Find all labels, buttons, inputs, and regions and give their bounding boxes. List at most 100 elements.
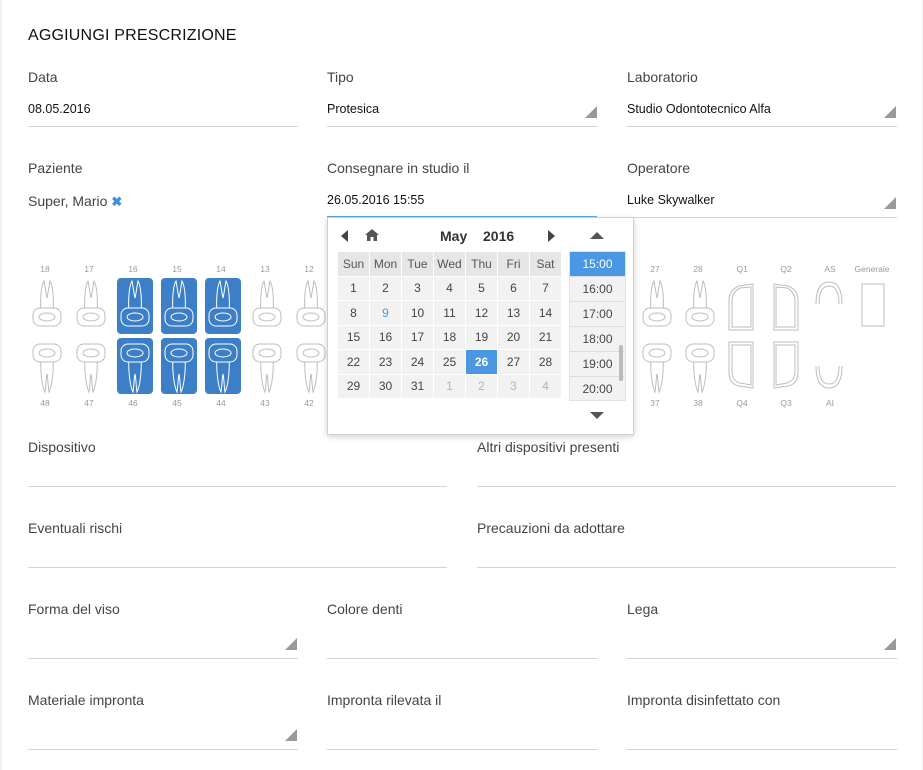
rilevata-input[interactable] xyxy=(327,749,597,750)
time-option[interactable]: 19:00 xyxy=(570,352,625,377)
dropdown-arrow-icon[interactable] xyxy=(884,106,896,118)
time-scrollbar[interactable] xyxy=(619,345,623,381)
precauzioni-input[interactable] xyxy=(477,567,896,568)
tooth-45-icon[interactable] xyxy=(161,338,197,394)
calendar-day[interactable]: 13 xyxy=(497,300,530,326)
tooth-16-icon[interactable] xyxy=(117,278,153,334)
lega-select[interactable] xyxy=(627,658,897,659)
calendar-day[interactable]: 31 xyxy=(401,373,434,399)
materiale-select[interactable] xyxy=(28,749,298,750)
calendar-day[interactable]: 17 xyxy=(401,324,434,350)
quadrant-q3-icon[interactable] xyxy=(770,338,800,392)
tooth-47-icon[interactable] xyxy=(73,338,109,394)
calendar-day[interactable]: 25 xyxy=(433,349,466,375)
calendar-day[interactable]: 15 xyxy=(337,324,370,350)
tooth-15-icon[interactable] xyxy=(161,278,197,334)
time-option[interactable]: 17:00 xyxy=(570,302,625,327)
laboratorio-select[interactable]: Studio Odontotecnico Alfa xyxy=(627,102,771,116)
calendar-day[interactable]: 12 xyxy=(465,300,498,326)
quadrant-as-icon[interactable] xyxy=(814,278,844,308)
tooth-38-icon[interactable] xyxy=(682,338,718,394)
calendar-day[interactable]: 9 xyxy=(369,300,402,326)
tooth-28-icon[interactable] xyxy=(682,278,718,334)
calendar-day[interactable]: 8 xyxy=(337,300,370,326)
tooth-44-icon[interactable] xyxy=(205,338,241,394)
calendar-day[interactable]: 29 xyxy=(337,373,370,399)
dispositivo-input[interactable] xyxy=(28,486,447,487)
next-month-icon[interactable] xyxy=(548,230,555,242)
calendar-day[interactable]: 24 xyxy=(401,349,434,375)
forma-select[interactable] xyxy=(28,658,298,659)
home-icon[interactable] xyxy=(364,228,380,242)
calendar-day[interactable]: 11 xyxy=(433,300,466,326)
time-up-icon[interactable] xyxy=(590,232,604,239)
prev-month-icon[interactable] xyxy=(341,230,348,242)
rischi-input[interactable] xyxy=(28,567,447,568)
calendar-day[interactable]: 3 xyxy=(497,373,530,399)
dropdown-arrow-icon[interactable] xyxy=(884,638,896,650)
calendar-day[interactable]: 26 xyxy=(465,349,498,375)
calendar-day[interactable]: 6 xyxy=(497,275,530,301)
tooth-17-icon[interactable] xyxy=(73,278,109,334)
calendar-day[interactable]: 5 xyxy=(465,275,498,301)
quadrant-ai-icon[interactable] xyxy=(814,362,844,392)
dropdown-arrow-icon[interactable] xyxy=(285,638,297,650)
calendar-day[interactable]: 4 xyxy=(433,275,466,301)
calendar-day[interactable]: 4 xyxy=(529,373,562,399)
calendar-day[interactable]: 27 xyxy=(497,349,530,375)
tooth-18-icon[interactable] xyxy=(29,278,65,334)
tooth-14-icon[interactable] xyxy=(205,278,241,334)
calendar-day[interactable]: 1 xyxy=(337,275,370,301)
quadrant-q1-icon[interactable] xyxy=(727,280,757,334)
time-option[interactable]: 16:00 xyxy=(570,277,625,302)
disinfettato-input[interactable] xyxy=(627,749,897,750)
tooth-37-icon[interactable] xyxy=(639,338,675,394)
dropdown-arrow-icon[interactable] xyxy=(285,729,297,741)
time-option[interactable]: 15:00 xyxy=(570,252,625,277)
quadrant-q4-icon[interactable] xyxy=(727,338,757,392)
consegnare-input[interactable]: 26.05.2016 15:55 xyxy=(327,193,424,207)
calendar-day[interactable]: 3 xyxy=(401,275,434,301)
dropdown-arrow-icon[interactable] xyxy=(585,106,597,118)
tooth-27-icon[interactable] xyxy=(639,278,675,334)
time-option[interactable]: 18:00 xyxy=(570,327,625,352)
calendar-day[interactable]: 16 xyxy=(369,324,402,350)
colore-input[interactable] xyxy=(327,658,597,659)
tooth-number: 27 xyxy=(650,264,660,274)
calendar-day[interactable]: 1 xyxy=(433,373,466,399)
quadrant-q2-icon[interactable] xyxy=(770,280,800,334)
lega-label: Lega xyxy=(627,601,659,617)
calendar-day[interactable]: 22 xyxy=(337,349,370,375)
calendar-day[interactable]: 18 xyxy=(433,324,466,350)
calendar-day[interactable]: 19 xyxy=(465,324,498,350)
calendar-day[interactable]: 10 xyxy=(401,300,434,326)
calendar-day[interactable]: 23 xyxy=(369,349,402,375)
tooth-12-icon[interactable] xyxy=(293,278,329,334)
time-option[interactable]: 20:00 xyxy=(570,377,625,400)
calendar-day[interactable]: 30 xyxy=(369,373,402,399)
remove-patient-icon[interactable]: ✖ xyxy=(111,194,122,209)
tooth-48-icon[interactable] xyxy=(29,338,65,394)
year-label[interactable]: 2016 xyxy=(483,228,514,244)
calendar-day[interactable]: 21 xyxy=(529,324,562,350)
tooth-42-icon[interactable] xyxy=(293,338,329,394)
calendar-day[interactable]: 2 xyxy=(465,373,498,399)
data-input[interactable]: 08.05.2016 xyxy=(28,102,91,116)
tooth-13-icon[interactable] xyxy=(249,278,285,334)
calendar-day[interactable]: 7 xyxy=(529,275,562,301)
calendar-day[interactable]: 28 xyxy=(529,349,562,375)
tooth-43-icon[interactable] xyxy=(249,338,285,394)
tooth-46-icon[interactable] xyxy=(117,338,153,394)
calendar-day[interactable]: 20 xyxy=(497,324,530,350)
time-down-icon[interactable] xyxy=(590,412,604,419)
calendar-day[interactable]: 14 xyxy=(529,300,562,326)
tipo-select[interactable]: Protesica xyxy=(327,102,379,116)
calendar-day[interactable]: 2 xyxy=(369,275,402,301)
altri-input[interactable] xyxy=(477,486,896,487)
disinfettato-label: Impronta disinfettato con xyxy=(627,692,781,708)
quadrant-generale-icon[interactable] xyxy=(860,282,886,328)
dropdown-arrow-icon[interactable] xyxy=(884,197,896,209)
month-label[interactable]: May xyxy=(440,228,467,244)
operatore-select[interactable]: Luke Skywalker xyxy=(627,193,715,207)
rilevata-label: Impronta rilevata il xyxy=(327,692,442,708)
